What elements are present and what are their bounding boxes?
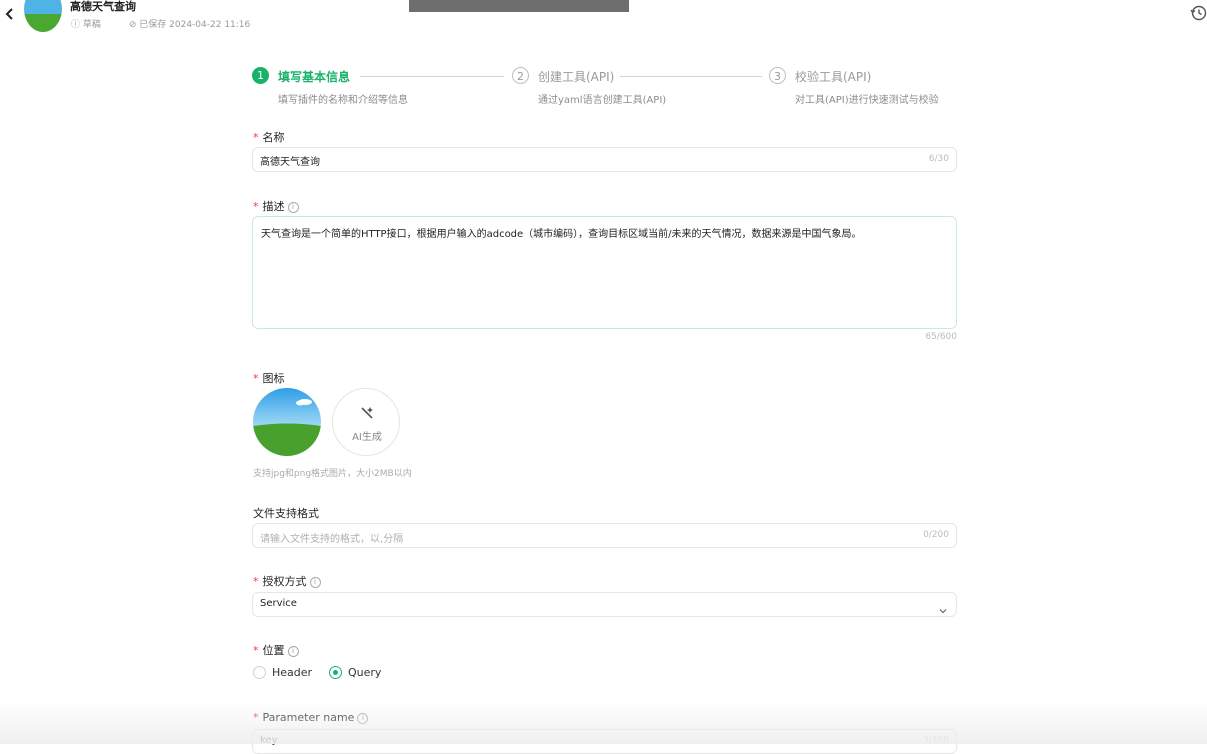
step-3-number: 3	[769, 67, 786, 84]
param-name-value: key	[260, 735, 278, 746]
draft-status: ⓘ 草稿	[71, 20, 101, 30]
file-format-placeholder: 请输入文件支持的格式，以,分隔	[260, 534, 404, 545]
auth-value: Service	[260, 598, 297, 609]
info-icon[interactable]: i	[309, 577, 321, 588]
step-2-number: 2	[512, 67, 529, 84]
description-value: 天气查询是一个简单的HTTP接口，根据用户输入的adcode（城市编码），查询目…	[261, 229, 862, 240]
step-3-title: 校验工具(API)	[795, 70, 872, 84]
top-bar: 高德天气查询 ⓘ 草稿 ⊘ 已保存 2024-04-22 11:16	[0, 0, 1207, 42]
description-textarea[interactable]: 天气查询是一个简单的HTTP接口，根据用户输入的adcode（城市编码），查询目…	[252, 216, 957, 329]
param-name-char-count: 3/100	[923, 736, 949, 746]
name-label: * 名称	[253, 131, 285, 144]
back-icon[interactable]	[3, 6, 17, 22]
name-char-count: 6/30	[928, 154, 949, 164]
chevron-down-icon	[939, 600, 947, 614]
radio-header-label[interactable]: Header	[272, 666, 312, 679]
history-icon[interactable]	[1189, 4, 1207, 22]
plugin-meta: ⓘ 草稿 ⊘ 已保存 2024-04-22 11:16	[71, 17, 278, 30]
step-2-title: 创建工具(API)	[538, 70, 615, 84]
param-name-label: * Parameter name i	[253, 711, 369, 724]
plugin-icon-image[interactable]	[253, 388, 321, 456]
info-icon[interactable]: i	[287, 646, 299, 657]
file-format-input[interactable]: 请输入文件支持的格式，以,分隔 0/200	[252, 523, 957, 548]
step-2-desc: 通过yaml语言创建工具(API)	[538, 95, 667, 106]
steps-bar: 1 填写基本信息 填写插件的名称和介绍等信息 2 创建工具(API) 通过yam…	[252, 67, 957, 111]
location-label: * 位置 i	[253, 642, 299, 658]
description-label: * 描述 i	[253, 198, 299, 214]
step-connector	[620, 76, 762, 77]
radio-header[interactable]	[253, 666, 266, 679]
step-3-desc: 对工具(API)进行快速测试与校验	[795, 95, 939, 106]
icon-label: * 图标	[253, 372, 285, 385]
info-icon[interactable]: i	[357, 713, 369, 724]
overlay-bar	[409, 0, 629, 12]
plugin-avatar	[24, 0, 62, 32]
saved-status: ⊘ 已保存 2024-04-22 11:16	[128, 20, 251, 30]
radio-query[interactable]	[329, 666, 342, 679]
auth-label: * 授权方式 i	[253, 573, 321, 589]
info-icon[interactable]: i	[287, 202, 299, 213]
step-1-desc: 填写插件的名称和介绍等信息	[278, 95, 408, 106]
step-1-title: 填写基本信息	[278, 70, 351, 84]
plugin-title: 高德天气查询	[70, 0, 136, 13]
magic-wand-icon	[359, 405, 375, 421]
step-connector	[360, 76, 504, 77]
ai-generate-button[interactable]: AI生成	[332, 388, 400, 456]
radio-query-label[interactable]: Query	[348, 666, 381, 679]
icon-hint: 支持jpg和png格式图片，大小2MB以内	[253, 469, 412, 479]
file-format-label: 文件支持格式	[253, 507, 319, 520]
step-1-number: 1	[252, 67, 269, 84]
auth-select[interactable]: Service	[252, 592, 957, 617]
name-input[interactable]: 高德天气查询 6/30	[252, 147, 957, 172]
description-char-count: 65/600	[925, 332, 957, 342]
ai-generate-label: AI生成	[352, 432, 382, 443]
name-value: 高德天气查询	[260, 157, 320, 168]
file-format-char-count: 0/200	[923, 530, 949, 540]
param-name-input[interactable]: key 3/100	[252, 729, 957, 754]
